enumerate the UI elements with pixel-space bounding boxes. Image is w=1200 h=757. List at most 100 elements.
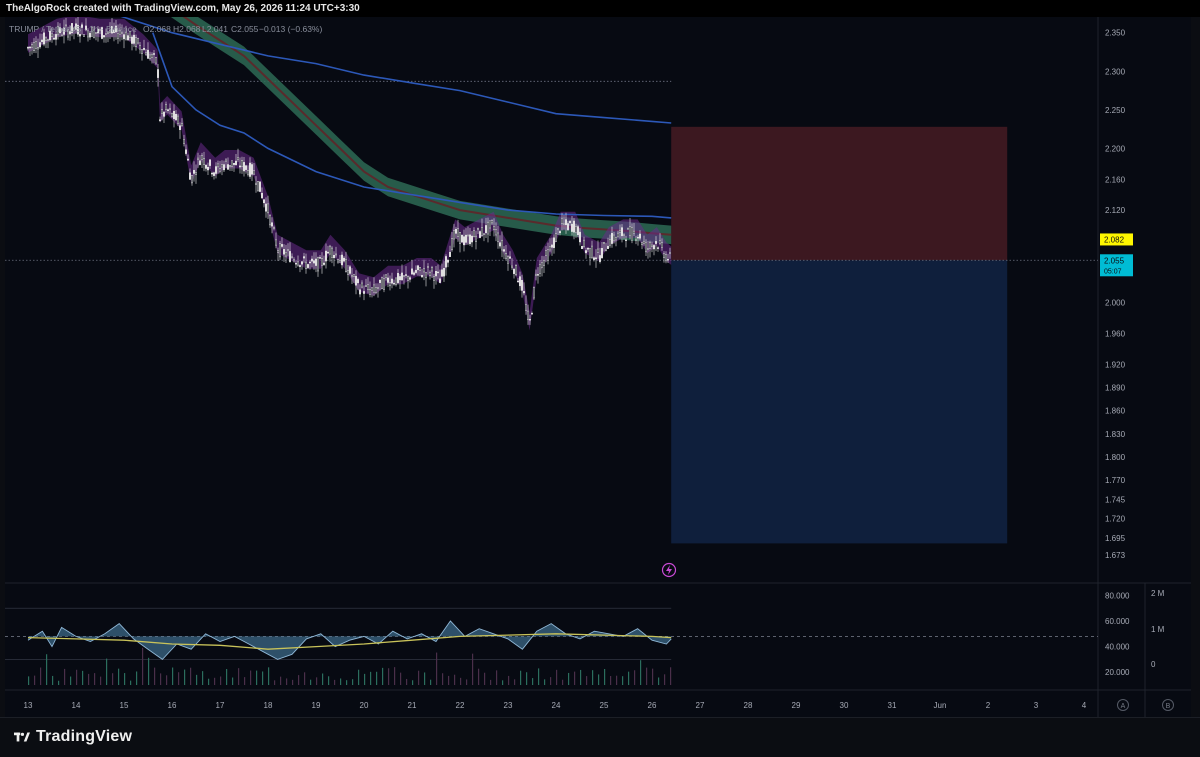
chart-svg[interactable]: 2.3502.3002.2502.2002.1602.1202.0802.040… [5, 0, 1191, 717]
candle-body [423, 268, 426, 273]
candle-body [331, 247, 334, 258]
volume-bar [322, 673, 324, 685]
candle-body [126, 35, 129, 41]
candle-body [567, 223, 570, 231]
stop-loss-zone[interactable] [671, 126, 1008, 261]
price-axis[interactable]: 2.3502.3002.2502.2002.1602.1202.0802.040… [1105, 29, 1126, 560]
volume-bar [52, 675, 54, 685]
candle-body [136, 38, 139, 44]
candle-countdown-label: 05:07 [1104, 268, 1122, 275]
volume-bar [100, 676, 102, 685]
candle-body [224, 159, 227, 162]
candle-body [501, 239, 504, 251]
caption-text: TheAlgoRock created with TradingView.com… [6, 3, 360, 14]
candle-body [335, 253, 338, 256]
candle-body [254, 182, 257, 185]
auto-scale-button[interactable]: A [1117, 699, 1129, 711]
candle-body [148, 54, 151, 59]
candle-body [539, 264, 542, 274]
legend-symbol[interactable]: TRUMP / TetherUS · 1h · Binance [9, 24, 137, 34]
candle-body [651, 244, 654, 247]
candle-body [421, 275, 424, 278]
volume-bar [190, 667, 192, 685]
candle-body [174, 114, 177, 121]
candle-body [78, 34, 81, 37]
candle-body [321, 258, 324, 266]
price-tick-label: 2.000 [1105, 299, 1126, 308]
volume-bar [544, 679, 546, 685]
candle-body [309, 261, 312, 264]
price-tick-label: 2.120 [1105, 206, 1126, 215]
candle-body [285, 252, 288, 257]
volume-bar [172, 667, 174, 685]
tradingview-logo[interactable]: TradingView [14, 728, 132, 746]
candle-body [192, 169, 195, 174]
candle-body [184, 149, 187, 154]
candle-body [162, 111, 165, 117]
candle-body [443, 268, 446, 277]
candle-body [315, 258, 318, 266]
position-zones[interactable] [671, 126, 1008, 544]
candle-body [299, 265, 302, 267]
take-profit-zone[interactable] [671, 260, 1008, 544]
candle-body [417, 265, 420, 271]
candle-body [172, 111, 175, 120]
candle-body [429, 272, 432, 276]
candle-body [379, 279, 382, 283]
time-axis[interactable]: 13 14 15 16 17 18 19 20 21 22 23 24 25 26 27 28 29 30 31 Ju… [24, 701, 1087, 710]
candle-body [273, 227, 276, 229]
candle-body [160, 109, 163, 114]
volume-bar [298, 675, 300, 685]
candle-body [180, 122, 183, 127]
candle-body [489, 220, 492, 229]
candle-body [146, 49, 149, 59]
volume-bar [430, 679, 432, 685]
candle-body [281, 244, 284, 247]
candle-body [303, 256, 306, 259]
volume-bar [112, 673, 114, 685]
candle-body [33, 42, 36, 52]
price-tick-label: 1.830 [1105, 430, 1126, 439]
candle-body [569, 220, 572, 224]
candle-body [383, 278, 386, 290]
candle-body [609, 239, 612, 246]
candle-body [222, 164, 225, 171]
candle-body [593, 257, 596, 260]
candle-body [403, 275, 406, 277]
candle-body [503, 249, 506, 252]
oscillator-pane[interactable]: 80.000 60.000 40.000 20.000 2 M 1 M 0 [5, 589, 1165, 685]
price-tick-label: 1.890 [1105, 384, 1126, 393]
candle-body [339, 260, 342, 263]
candle-body [505, 253, 508, 259]
candle-body [543, 260, 546, 266]
candle-body [629, 226, 632, 236]
volume-bar [388, 668, 390, 685]
secondary-scale-button[interactable]: B [1162, 699, 1174, 711]
candle-body [186, 158, 189, 161]
candle-body [575, 226, 578, 233]
candle-body [214, 166, 217, 174]
candle-body [41, 39, 44, 42]
volume-bar [646, 667, 648, 685]
candle-body [389, 282, 392, 287]
price-tick-label: 1.673 [1105, 551, 1126, 560]
volume-bar [574, 671, 576, 685]
candle-body [220, 164, 223, 168]
candle-body [527, 310, 530, 320]
candle-body [431, 267, 434, 272]
candle-body [343, 257, 346, 262]
candle-body [275, 239, 278, 246]
chart-frame[interactable]: 2.3502.3002.2502.2002.1602.1202.0802.040… [5, 0, 1191, 717]
candle-body [154, 57, 157, 64]
time-tick-label: 22 [456, 701, 465, 710]
candle-body [497, 232, 500, 242]
candle-body [359, 289, 362, 295]
candle-body [455, 228, 458, 234]
volume-bar [616, 675, 618, 685]
volume-bar [304, 672, 306, 685]
volume-bar [664, 674, 666, 685]
candle-body [369, 289, 372, 295]
candle-body [242, 162, 245, 172]
price-tick-label: 1.695 [1105, 534, 1126, 543]
caption-bar: TheAlgoRock created with TradingView.com… [0, 0, 1200, 17]
